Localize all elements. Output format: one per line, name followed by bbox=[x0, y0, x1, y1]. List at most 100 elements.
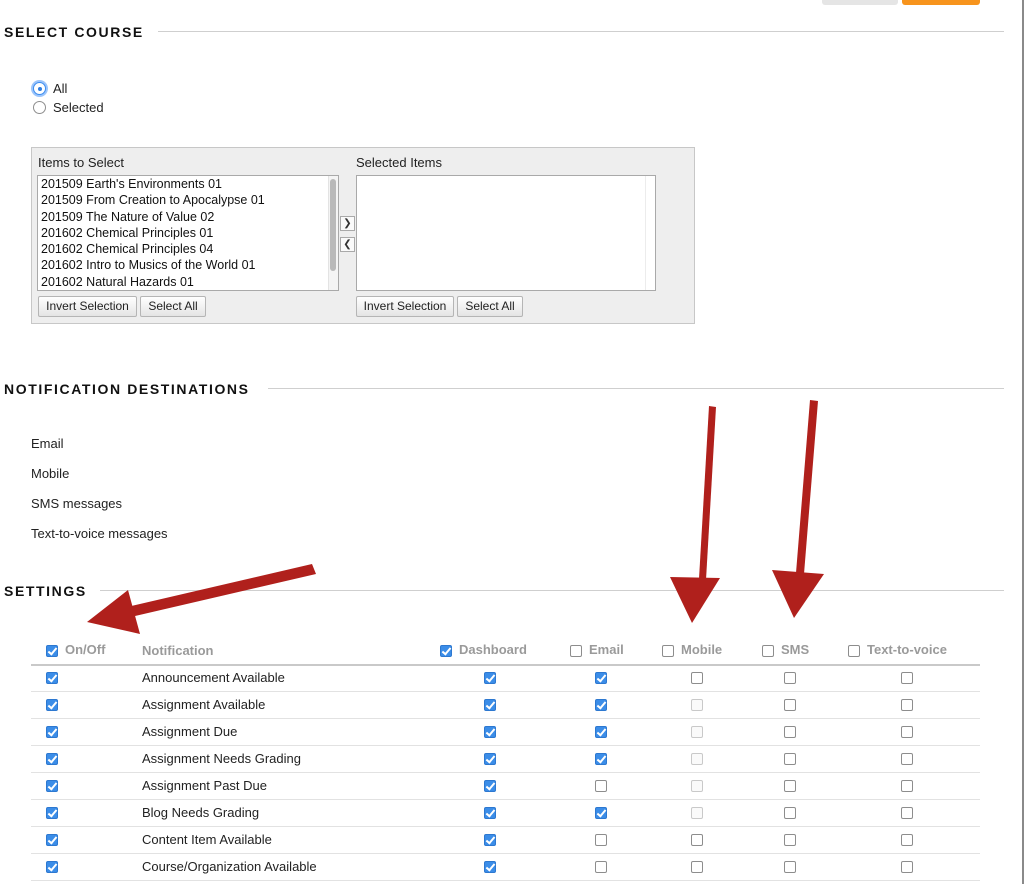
table-header-divider bbox=[31, 664, 980, 666]
table-row-divider bbox=[31, 691, 980, 692]
radio-selected-button[interactable] bbox=[33, 101, 46, 114]
email-checkbox[interactable] bbox=[595, 726, 607, 738]
table-row-divider bbox=[31, 826, 980, 827]
annotation-arrow-onoff bbox=[114, 564, 316, 620]
dashboard-checkbox[interactable] bbox=[484, 726, 496, 738]
course-list-item[interactable]: 201602 Chemical Principles 04 bbox=[38, 241, 338, 257]
items-to-select-label: Items to Select bbox=[38, 155, 124, 170]
tts-checkbox[interactable] bbox=[901, 699, 913, 711]
sms-checkbox[interactable] bbox=[784, 834, 796, 846]
table-row-divider bbox=[31, 772, 980, 773]
dashboard-checkbox[interactable] bbox=[484, 753, 496, 765]
notification-name: Assignment Needs Grading bbox=[142, 751, 301, 766]
table-row-divider bbox=[31, 853, 980, 854]
onoff-checkbox[interactable] bbox=[46, 672, 58, 684]
destination-text-to-voice: Text-to-voice messages bbox=[31, 526, 168, 541]
header-notification: Notification bbox=[142, 643, 214, 658]
course-list-item[interactable]: 201509 The Nature of Value 02 bbox=[38, 209, 338, 225]
onoff-all-checkbox[interactable] bbox=[46, 645, 58, 657]
mobile-checkbox bbox=[691, 699, 703, 711]
tts-checkbox[interactable] bbox=[901, 780, 913, 792]
email-checkbox[interactable] bbox=[595, 780, 607, 792]
destination-sms: SMS messages bbox=[31, 496, 123, 511]
select-all-button-left[interactable]: Select All bbox=[140, 296, 206, 317]
invert-selection-button-right[interactable]: Invert Selection bbox=[356, 296, 454, 317]
tts-checkbox[interactable] bbox=[901, 834, 913, 846]
header-dashboard: Dashboard bbox=[459, 642, 527, 657]
sms-checkbox[interactable] bbox=[784, 699, 796, 711]
dashboard-checkbox[interactable] bbox=[484, 861, 496, 873]
onoff-checkbox[interactable] bbox=[46, 807, 58, 819]
notification-name: Announcement Available bbox=[142, 670, 285, 685]
tts-checkbox[interactable] bbox=[901, 753, 913, 765]
chevron-left-icon[interactable]: ❮ bbox=[340, 237, 355, 252]
radio-selected[interactable]: Selected bbox=[33, 100, 104, 115]
submit-button[interactable] bbox=[902, 0, 980, 5]
selected-list-scrollbar[interactable] bbox=[645, 176, 655, 290]
radio-all-label: All bbox=[53, 81, 68, 96]
sms-checkbox[interactable] bbox=[784, 726, 796, 738]
header-mobile: Mobile bbox=[681, 642, 723, 657]
cancel-button[interactable] bbox=[822, 0, 898, 5]
radio-all[interactable]: All bbox=[33, 81, 67, 96]
onoff-checkbox[interactable] bbox=[46, 753, 58, 765]
selected-items-label: Selected Items bbox=[356, 155, 442, 170]
tts-checkbox[interactable] bbox=[901, 726, 913, 738]
course-list-item[interactable]: 201602 Natural Hazards 01 bbox=[38, 274, 338, 290]
course-picker: Items to Select Selected Items 201509 Ea… bbox=[31, 147, 695, 324]
dashboard-checkbox[interactable] bbox=[484, 672, 496, 684]
sms-checkbox[interactable] bbox=[784, 861, 796, 873]
items-list-scrollbar[interactable] bbox=[328, 176, 338, 290]
radio-all-button[interactable] bbox=[33, 82, 46, 95]
header-text-to-voice: Text-to-voice bbox=[867, 642, 947, 657]
items-to-select-list[interactable]: 201509 Earth's Environments 01 201509 Fro… bbox=[37, 175, 339, 291]
email-checkbox[interactable] bbox=[595, 672, 607, 684]
invert-selection-button-left[interactable]: Invert Selection bbox=[38, 296, 137, 317]
dashboard-checkbox[interactable] bbox=[484, 807, 496, 819]
course-list-item[interactable]: 201602 Intro to Musics of the World 01 bbox=[38, 257, 338, 273]
select-all-button-right[interactable]: Select All bbox=[457, 296, 523, 317]
onoff-checkbox[interactable] bbox=[46, 780, 58, 792]
chevron-right-icon[interactable]: ❯ bbox=[340, 216, 355, 231]
sms-all-checkbox[interactable] bbox=[762, 645, 774, 657]
email-checkbox[interactable] bbox=[595, 753, 607, 765]
sms-checkbox[interactable] bbox=[784, 753, 796, 765]
email-all-checkbox[interactable] bbox=[570, 645, 582, 657]
onoff-checkbox[interactable] bbox=[46, 834, 58, 846]
email-checkbox[interactable] bbox=[595, 699, 607, 711]
dashboard-checkbox[interactable] bbox=[484, 780, 496, 792]
email-checkbox[interactable] bbox=[595, 834, 607, 846]
tts-checkbox[interactable] bbox=[901, 861, 913, 873]
annotation-arrow-sms bbox=[796, 400, 818, 574]
dashboard-checkbox[interactable] bbox=[484, 834, 496, 846]
dashboard-checkbox[interactable] bbox=[484, 699, 496, 711]
mobile-checkbox[interactable] bbox=[691, 861, 703, 873]
section-divider bbox=[100, 590, 1004, 591]
annotation-arrow-mobile bbox=[699, 406, 716, 580]
course-list-item[interactable]: 201509 Earth's Environments 01 bbox=[38, 176, 338, 192]
onoff-checkbox[interactable] bbox=[46, 726, 58, 738]
email-checkbox[interactable] bbox=[595, 861, 607, 873]
tts-checkbox[interactable] bbox=[901, 672, 913, 684]
section-title-notification-destinations: NOTIFICATION DESTINATIONS bbox=[4, 381, 250, 397]
mobile-checkbox[interactable] bbox=[691, 834, 703, 846]
course-list-item[interactable]: 201602 Chemical Principles 01 bbox=[38, 225, 338, 241]
sms-checkbox[interactable] bbox=[784, 780, 796, 792]
header-email: Email bbox=[589, 642, 624, 657]
sms-checkbox[interactable] bbox=[784, 672, 796, 684]
items-list-scroll-thumb[interactable] bbox=[330, 179, 336, 271]
selected-items-list[interactable] bbox=[356, 175, 656, 291]
onoff-checkbox[interactable] bbox=[46, 699, 58, 711]
email-checkbox[interactable] bbox=[595, 807, 607, 819]
tts-all-checkbox[interactable] bbox=[848, 645, 860, 657]
tts-checkbox[interactable] bbox=[901, 807, 913, 819]
mobile-checkbox[interactable] bbox=[691, 672, 703, 684]
sms-checkbox[interactable] bbox=[784, 807, 796, 819]
onoff-checkbox[interactable] bbox=[46, 861, 58, 873]
course-list-item[interactable]: 201509 From Creation to Apocalypse 01 bbox=[38, 192, 338, 208]
mobile-all-checkbox[interactable] bbox=[662, 645, 674, 657]
destination-mobile: Mobile bbox=[31, 466, 70, 481]
section-title-select-course: SELECT COURSE bbox=[4, 24, 144, 40]
dashboard-all-checkbox[interactable] bbox=[440, 645, 452, 657]
table-row-divider bbox=[31, 718, 980, 719]
